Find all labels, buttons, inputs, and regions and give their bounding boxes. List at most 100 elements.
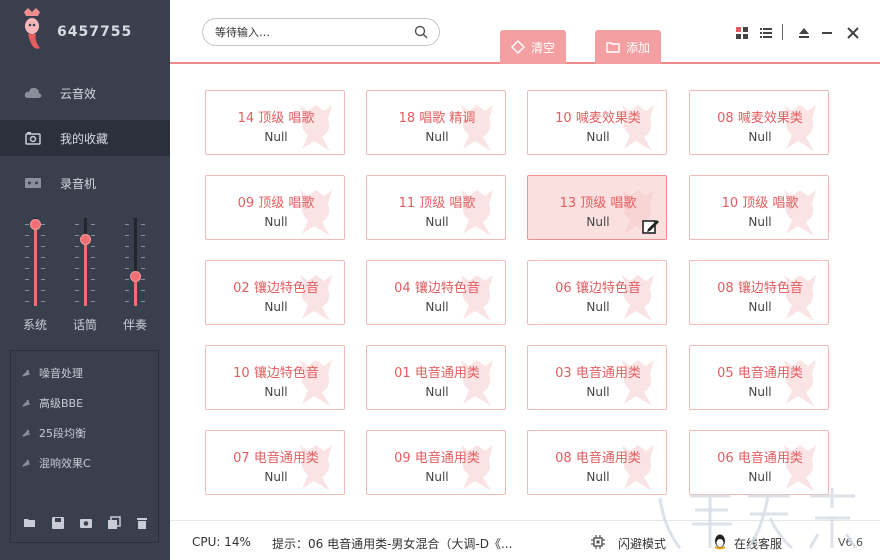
slider-knob[interactable] [130,271,141,283]
preset-card[interactable]: 08 喊麦效果类 Null [689,90,829,155]
search-icon[interactable] [414,25,428,39]
slider-tick [141,290,145,291]
eject-icon[interactable] [797,26,811,40]
effect-item-bbe[interactable]: 高级BBE [21,395,83,411]
preset-subtitle: Null [425,130,449,144]
preset-card[interactable]: 04 镶边特色音 Null [366,260,506,325]
preset-card[interactable]: 02 镶边特色音 Null [205,260,345,325]
preset-card[interactable]: 10 镶边特色音 Null [205,345,345,410]
slider-tick [41,279,45,280]
slider-tick [25,290,29,291]
preset-card[interactable]: 05 电音通用类 Null [689,345,829,410]
preset-title: 01 电音通用类 [394,366,480,381]
snapshot-icon[interactable] [79,516,93,530]
preset-title: 07 电音通用类 [233,451,319,466]
slider-tick [75,301,79,302]
slider-tick [125,301,129,302]
list-view-icon[interactable] [759,26,773,40]
edit-icon[interactable] [642,217,660,235]
effect-item-reverb[interactable]: 混响效果C [21,455,91,471]
folder-open-icon[interactable] [23,516,37,530]
preset-card[interactable]: 09 顶级 唱歌 Null [205,175,345,240]
pin-icon [22,399,31,407]
nav-item-favorites[interactable]: 我的收藏 [0,120,170,156]
preset-title: 09 电音通用类 [394,451,480,466]
preset-title: 11 顶级 唱歌 [398,196,476,211]
slider-tick [141,235,145,236]
preset-subtitle: Null [264,130,288,144]
search-input[interactable] [215,24,405,40]
effects-toolbar [23,516,153,532]
preset-card[interactable]: 06 镶边特色音 Null [527,260,667,325]
preset-title: 03 电音通用类 [555,366,641,381]
slider-tick [25,224,29,225]
slider-tick [141,246,145,247]
effect-label: 25段均衡 [39,427,86,440]
preset-card[interactable]: 13 顶级 唱歌 Null [527,175,667,240]
close-icon[interactable] [846,26,860,40]
preset-grid: 14 顶级 唱歌 Null 18 唱歌 精调 Null 10 喊麦效果类 Null 08 喊… [170,66,880,520]
nav-label: 云音效 [60,87,97,101]
preset-title: 08 电音通用类 [555,451,641,466]
preset-subtitle: Null [425,215,449,229]
preset-title: 13 顶级 唱歌 [559,196,637,211]
preset-subtitle: Null [748,215,772,229]
preset-subtitle: Null [748,300,772,314]
nav-label: 录音机 [60,177,97,191]
preset-title: 08 喊麦效果类 [717,111,803,126]
preset-title: 10 喊麦效果类 [555,111,641,126]
preset-subtitle: Null [586,130,610,144]
preset-card[interactable]: 01 电音通用类 Null [366,345,506,410]
slider-tick [41,268,45,269]
effect-label: 噪音处理 [39,367,83,380]
slider-tick [91,290,95,291]
logo-icon [24,8,40,49]
search-box[interactable] [202,18,440,46]
preset-card[interactable]: 03 电音通用类 Null [527,345,667,410]
slider-tick [41,246,45,247]
slider-accompaniment[interactable] [125,218,145,310]
slider-fill [84,239,87,306]
nav-item-recorder[interactable]: 录音机 [0,165,170,201]
copy-icon[interactable] [107,516,121,530]
preset-card[interactable]: 10 顶级 唱歌 Null [689,175,829,240]
slider-mic[interactable] [75,218,95,310]
nav-item-cloud-effects[interactable]: 云音效 [0,75,170,111]
slider-label-accompaniment: 伴奏 [122,318,147,332]
pin-icon [22,459,31,467]
preset-subtitle: Null [425,470,449,484]
preset-card[interactable]: 09 电音通用类 Null [366,430,506,495]
minimize-icon[interactable] [820,26,834,40]
slider-tick [25,257,29,258]
preset-subtitle: Null [748,130,772,144]
slider-tick [141,224,145,225]
chip-icon[interactable] [590,534,606,550]
preset-title: 08 镶边特色音 [717,281,803,296]
preset-title: 05 电音通用类 [717,366,803,381]
preset-title: 02 镶边特色音 [233,281,319,296]
preset-card[interactable]: 14 顶级 唱歌 Null [205,90,345,155]
slider-system[interactable] [25,218,45,310]
app-window: 6457755 云音效 我的收藏 录音机 系统 话筒 伴奏 噪音处理 高级BBE… [0,0,880,560]
preset-card[interactable]: 07 电音通用类 Null [205,430,345,495]
site-watermark-logo [658,488,858,550]
effect-item-eq25[interactable]: 25段均衡 [21,425,86,441]
preset-card[interactable]: 11 顶级 唱歌 Null [366,175,506,240]
grid-view-icon[interactable] [735,26,749,40]
slider-tick [141,301,145,302]
preset-card[interactable]: 08 电音通用类 Null [527,430,667,495]
preset-card[interactable]: 10 喊麦效果类 Null [527,90,667,155]
volume-sliders: 系统 话筒 伴奏 [0,210,170,335]
preset-card[interactable]: 08 镶边特色音 Null [689,260,829,325]
slider-tick [41,301,45,302]
add-button[interactable]: 添加 [595,30,661,64]
effect-item-noise[interactable]: 噪音处理 [21,365,83,381]
toolbar-divider [782,24,783,40]
clear-button[interactable]: 清空 [500,30,566,64]
add-label: 添加 [625,40,650,55]
trash-icon[interactable] [135,516,149,530]
preset-card[interactable]: 18 唱歌 精调 Null [366,90,506,155]
slider-tick [75,290,79,291]
slider-tick [91,279,95,280]
save-icon[interactable] [51,516,65,530]
